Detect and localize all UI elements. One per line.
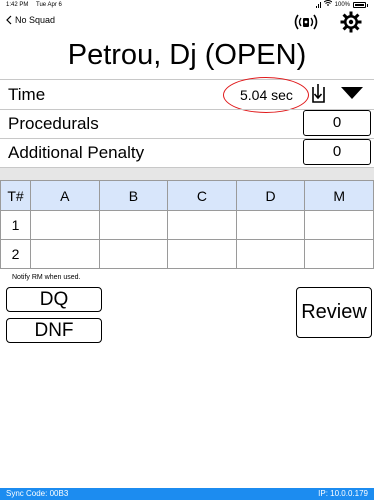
score-cell[interactable]	[235, 239, 306, 269]
sync-code: Sync Code: 00B3	[6, 489, 69, 498]
column-header: B	[98, 180, 169, 211]
score-cell[interactable]	[167, 239, 237, 269]
table-header-row: T# A B C D M	[0, 180, 374, 211]
additional-penalty-label: Additional Penalty	[8, 143, 145, 162]
notify-note: Notify RM when used.	[12, 274, 81, 281]
status-left: 1:42 PM Tue Apr 6	[6, 0, 62, 10]
status-right: 100%	[315, 0, 368, 10]
wifi-icon	[323, 0, 332, 10]
column-header: D	[235, 180, 306, 211]
time-label: Time	[8, 85, 46, 104]
table-row: 1	[0, 210, 374, 240]
dnf-button[interactable]: DNF	[6, 318, 102, 343]
triangle-down-icon[interactable]	[340, 86, 364, 100]
score-cell[interactable]	[30, 239, 100, 269]
time-value[interactable]: 5.04 sec	[240, 87, 293, 103]
athlete-name: Petrou, Dj (OPEN)	[67, 39, 307, 71]
score-cell[interactable]	[304, 210, 374, 240]
battery-tip	[367, 3, 368, 7]
score-cell[interactable]	[30, 210, 100, 240]
column-header: C	[167, 180, 237, 211]
ip-address: IP: 10.0.0.179	[318, 489, 368, 498]
status-time: 1:42 PM	[6, 2, 29, 8]
score-cell[interactable]	[304, 239, 374, 269]
gear-icon[interactable]	[340, 11, 362, 33]
status-date: Tue Apr 6	[36, 2, 62, 8]
signal-icon	[315, 2, 321, 8]
column-header: M	[304, 180, 374, 211]
back-label: No Squad	[15, 15, 56, 25]
target-number: 1	[0, 210, 31, 240]
divider	[0, 79, 374, 80]
score-cell[interactable]	[98, 210, 169, 240]
dq-button[interactable]: DQ	[6, 287, 102, 312]
swap-icon[interactable]	[309, 82, 327, 104]
score-cell[interactable]	[98, 239, 169, 269]
battery-icon	[353, 2, 366, 8]
column-header: T#	[0, 180, 31, 211]
back-button[interactable]: No Squad	[6, 15, 55, 25]
chevron-left-icon	[6, 15, 12, 25]
status-bar: 1:42 PM Tue Apr 6 100%	[0, 0, 374, 10]
footer-bar: Sync Code: 00B3 IP: 10.0.0.179	[0, 488, 374, 500]
scoring-screen: 1:42 PM Tue Apr 6 100% No Squad Petrou, …	[0, 0, 374, 500]
score-cell[interactable]	[167, 210, 237, 240]
review-button[interactable]: Review	[296, 287, 372, 338]
section-separator	[0, 168, 374, 180]
procedurals-input[interactable]: 0	[303, 110, 371, 136]
procedurals-label: Procedurals	[8, 114, 99, 133]
battery-percent: 100%	[334, 2, 350, 8]
broadcast-icon[interactable]	[294, 12, 318, 32]
nav-bar: No Squad	[0, 10, 374, 34]
target-number: 2	[0, 239, 31, 269]
score-cell[interactable]	[235, 210, 306, 240]
additional-penalty-input[interactable]: 0	[303, 139, 371, 165]
column-header: A	[30, 180, 100, 211]
score-table: T# A B C D M 1 2	[0, 180, 374, 269]
table-row: 2	[0, 239, 374, 269]
